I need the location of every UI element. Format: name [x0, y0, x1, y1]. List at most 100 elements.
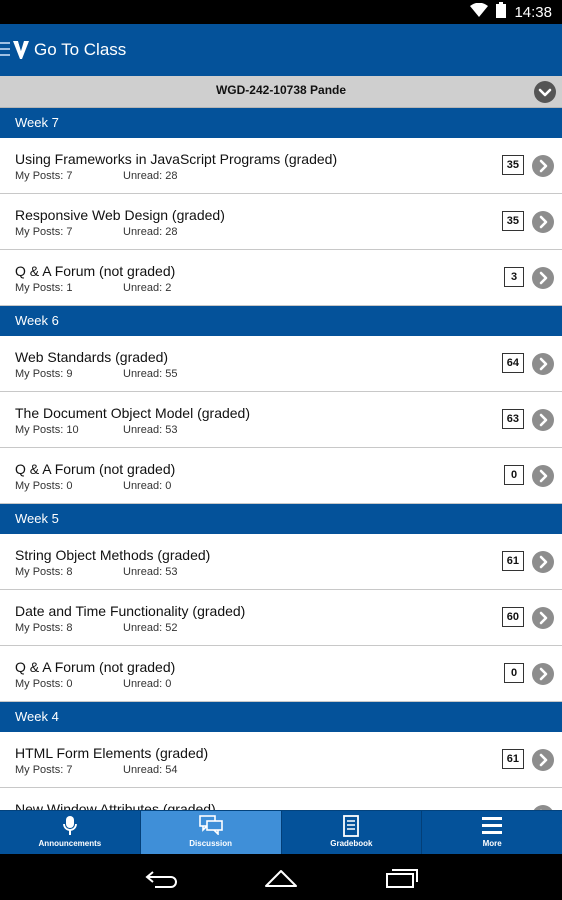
chevron-right-icon[interactable] — [532, 353, 554, 375]
chevron-right-icon[interactable] — [532, 409, 554, 431]
chevron-right-icon[interactable] — [532, 749, 554, 771]
unread-text: Unread: 54 — [123, 764, 177, 776]
topic-title: The Document Object Model (graded) — [15, 405, 250, 421]
topic-title: Responsive Web Design (graded) — [15, 207, 225, 223]
my-posts-label: My Posts: — [15, 170, 64, 182]
topic-title: Using Frameworks in JavaScript Programs … — [15, 151, 338, 167]
unread-value: 53 — [165, 566, 178, 578]
my-posts-text: My Posts: 8 — [15, 622, 72, 634]
my-posts-label: My Posts: — [15, 368, 64, 380]
status-time: 14:38 — [514, 3, 552, 21]
my-posts-label: My Posts: — [15, 678, 64, 690]
discussion-topic-row[interactable]: Q & A Forum (not graded) My Posts: 1 Unrea… — [0, 250, 562, 306]
unread-label: Unread: — [123, 170, 163, 182]
unread-text: Unread: 2 — [123, 282, 171, 294]
home-icon[interactable] — [264, 868, 298, 893]
discussion-topic-row[interactable]: Responsive Web Design (graded) My Posts: … — [0, 194, 562, 250]
tab-announcements[interactable]: Announcements — [0, 811, 141, 854]
topic-title: Web Standards (graded) — [15, 349, 169, 365]
unread-value: 0 — [165, 480, 172, 492]
discussion-topic-row[interactable]: New Window Attributes (graded) — [0, 788, 562, 810]
page-title[interactable]: Go To Class — [34, 38, 126, 62]
course-name: WGD-242-10738 Pande — [215, 83, 347, 97]
unread-label: Unread: — [123, 566, 163, 578]
chevron-right-icon[interactable] — [532, 663, 554, 685]
post-count-badge: 35 — [501, 155, 524, 175]
topic-meta: My Posts: 7 Unread: 28 — [15, 226, 177, 238]
tab-more[interactable]: More — [422, 811, 562, 854]
post-count-badge: 61 — [501, 551, 524, 571]
unread-label: Unread: — [123, 678, 163, 690]
discussion-topic-row[interactable]: Using Frameworks in JavaScript Programs … — [0, 138, 562, 194]
discussion-topic-row[interactable]: Date and Time Functionality (graded) My P… — [0, 590, 562, 646]
unread-label: Unread: — [123, 764, 163, 776]
post-count-badge: 35 — [501, 211, 524, 231]
my-posts-value: 7 — [66, 764, 73, 776]
topic-meta: My Posts: 1 Unread: 2 — [15, 282, 171, 294]
my-posts-text: My Posts: 1 — [15, 282, 72, 294]
my-posts-value: 9 — [66, 368, 73, 380]
my-posts-label: My Posts: — [15, 622, 64, 634]
chevron-right-icon[interactable] — [532, 211, 554, 233]
topic-meta: My Posts: 8 Unread: 53 — [15, 566, 177, 578]
discussion-topic-row[interactable]: The Document Object Model (graded) My Pos… — [0, 392, 562, 448]
discussion-topic-row[interactable]: HTML Form Elements (graded) My Posts: 7 Un… — [0, 732, 562, 788]
post-count-badge: 0 — [504, 465, 524, 485]
chevron-right-icon[interactable] — [532, 551, 554, 573]
unread-value: 28 — [165, 226, 178, 238]
battery-icon — [496, 2, 507, 23]
back-icon[interactable] — [145, 868, 177, 893]
my-posts-text: My Posts: 10 — [15, 424, 79, 436]
chevron-right-icon[interactable] — [532, 267, 554, 289]
my-posts-value: 7 — [66, 226, 73, 238]
tab-label: Gradebook — [330, 839, 373, 848]
my-posts-value: 10 — [66, 424, 79, 436]
unread-value: 0 — [165, 678, 172, 690]
my-posts-text: My Posts: 0 — [15, 678, 72, 690]
recent-apps-icon[interactable] — [385, 868, 419, 893]
topic-title: String Object Methods (graded) — [15, 547, 211, 563]
discussion-topic-row[interactable]: Web Standards (graded) My Posts: 9 Unread:… — [0, 336, 562, 392]
discussion-topic-row[interactable]: Q & A Forum (not graded) My Posts: 0 Unrea… — [0, 448, 562, 504]
post-count-badge: 63 — [501, 409, 524, 429]
my-posts-value: 7 — [66, 170, 73, 182]
unread-value: 54 — [165, 764, 178, 776]
chevron-right-icon[interactable] — [532, 607, 554, 629]
my-posts-text: My Posts: 7 — [15, 226, 72, 238]
system-nav-bar — [0, 854, 562, 900]
unread-text: Unread: 0 — [123, 678, 171, 690]
wifi-icon — [470, 2, 489, 22]
chevron-down-icon[interactable] — [534, 81, 556, 103]
unread-text: Unread: 55 — [123, 368, 177, 380]
chevron-right-icon[interactable] — [532, 155, 554, 177]
my-posts-label: My Posts: — [15, 764, 64, 776]
my-posts-value: 8 — [66, 566, 73, 578]
unread-text: Unread: 52 — [123, 622, 177, 634]
post-count-badge: 0 — [504, 663, 524, 683]
unread-value: 55 — [165, 368, 178, 380]
discussion-topic-row[interactable]: Q & A Forum (not graded) My Posts: 0 Unrea… — [0, 646, 562, 702]
post-count-badge: 61 — [501, 749, 524, 769]
menu-icon[interactable] — [0, 42, 10, 58]
topic-meta: My Posts: 0 Unread: 0 — [15, 480, 171, 492]
tab-gradebook[interactable]: Gradebook — [282, 811, 423, 854]
bottom-tab-bar: Announcements Discussion Gradebook More — [0, 810, 562, 854]
course-selector[interactable]: WGD-242-10738 Pande — [0, 76, 562, 108]
tab-label: More — [482, 839, 502, 848]
chevron-right-icon[interactable] — [532, 465, 554, 487]
my-posts-label: My Posts: — [15, 226, 64, 238]
unread-label: Unread: — [123, 368, 163, 380]
tab-discussion[interactable]: Discussion — [140, 811, 282, 854]
microphone-icon — [62, 815, 77, 842]
status-bar: 14:38 — [0, 0, 562, 24]
unread-text: Unread: 53 — [123, 424, 177, 436]
discussion-list[interactable]: Week 7 Using Frameworks in JavaScript Pro… — [0, 108, 562, 810]
post-count-badge: 3 — [504, 267, 524, 287]
my-posts-text: My Posts: 9 — [15, 368, 72, 380]
unread-text: Unread: 0 — [123, 480, 171, 492]
topic-meta: My Posts: 0 Unread: 0 — [15, 678, 171, 690]
discussion-topic-row[interactable]: String Object Methods (graded) My Posts: … — [0, 534, 562, 590]
unread-text: Unread: 53 — [123, 566, 177, 578]
my-posts-text: My Posts: 7 — [15, 764, 72, 776]
university-logo-icon[interactable] — [12, 40, 30, 65]
